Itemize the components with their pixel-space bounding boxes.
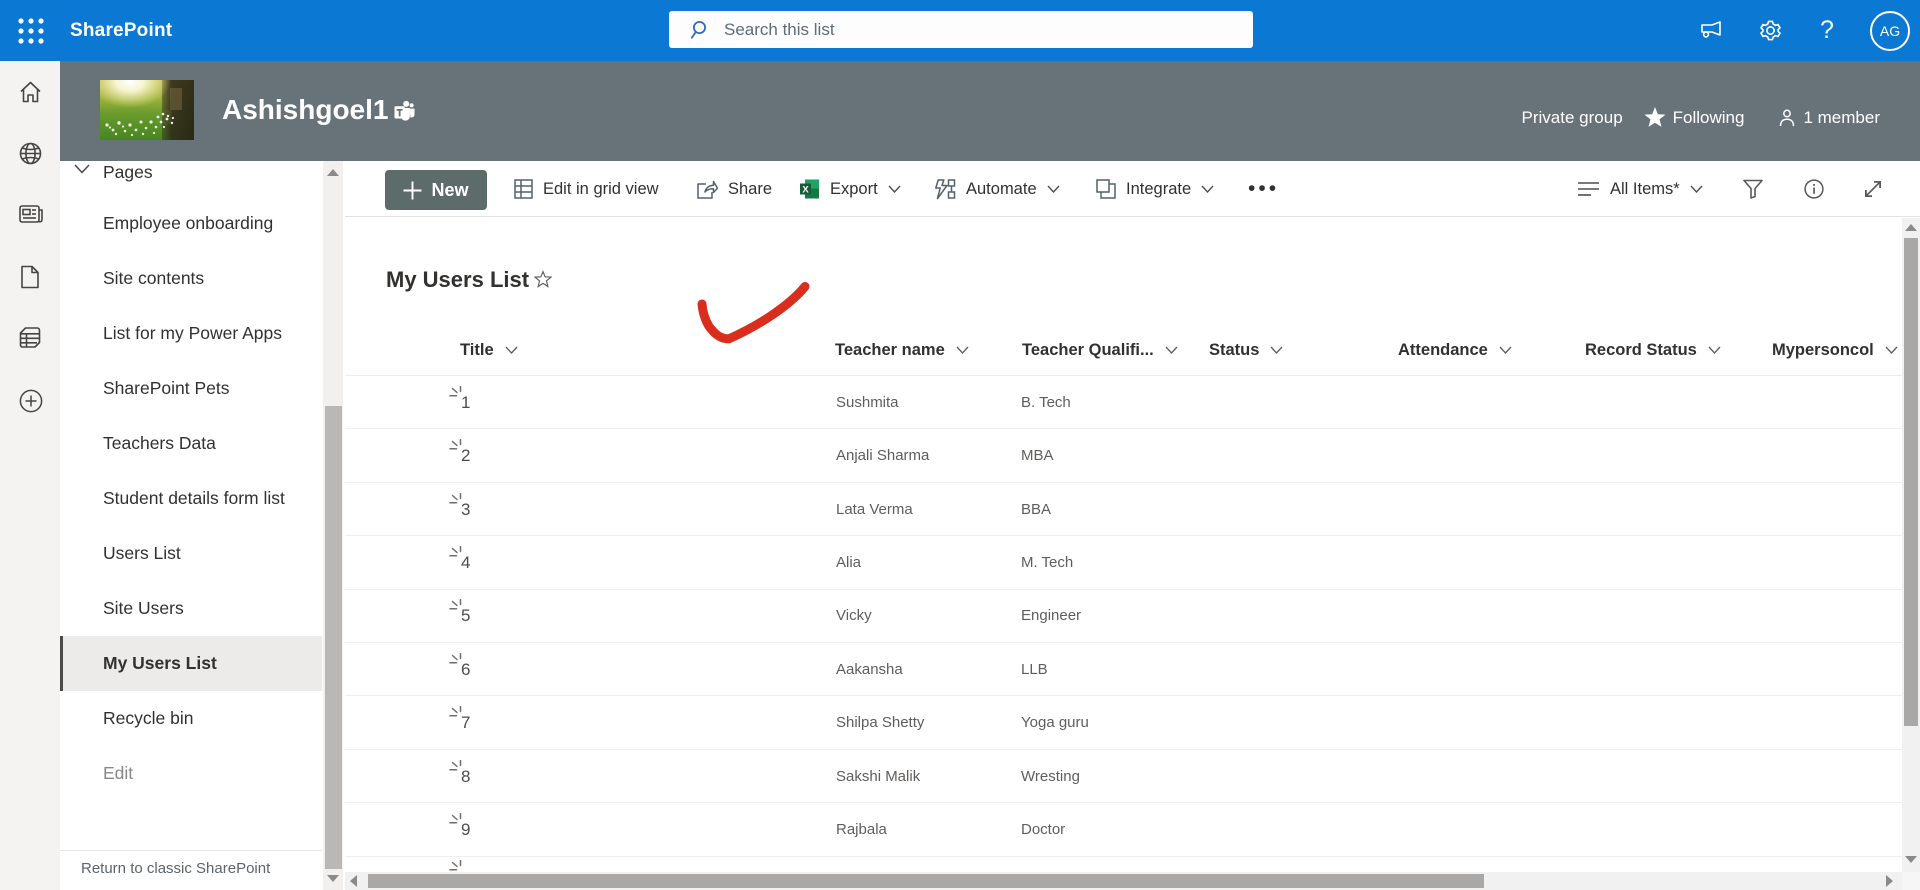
svg-text:X: X (802, 185, 809, 196)
